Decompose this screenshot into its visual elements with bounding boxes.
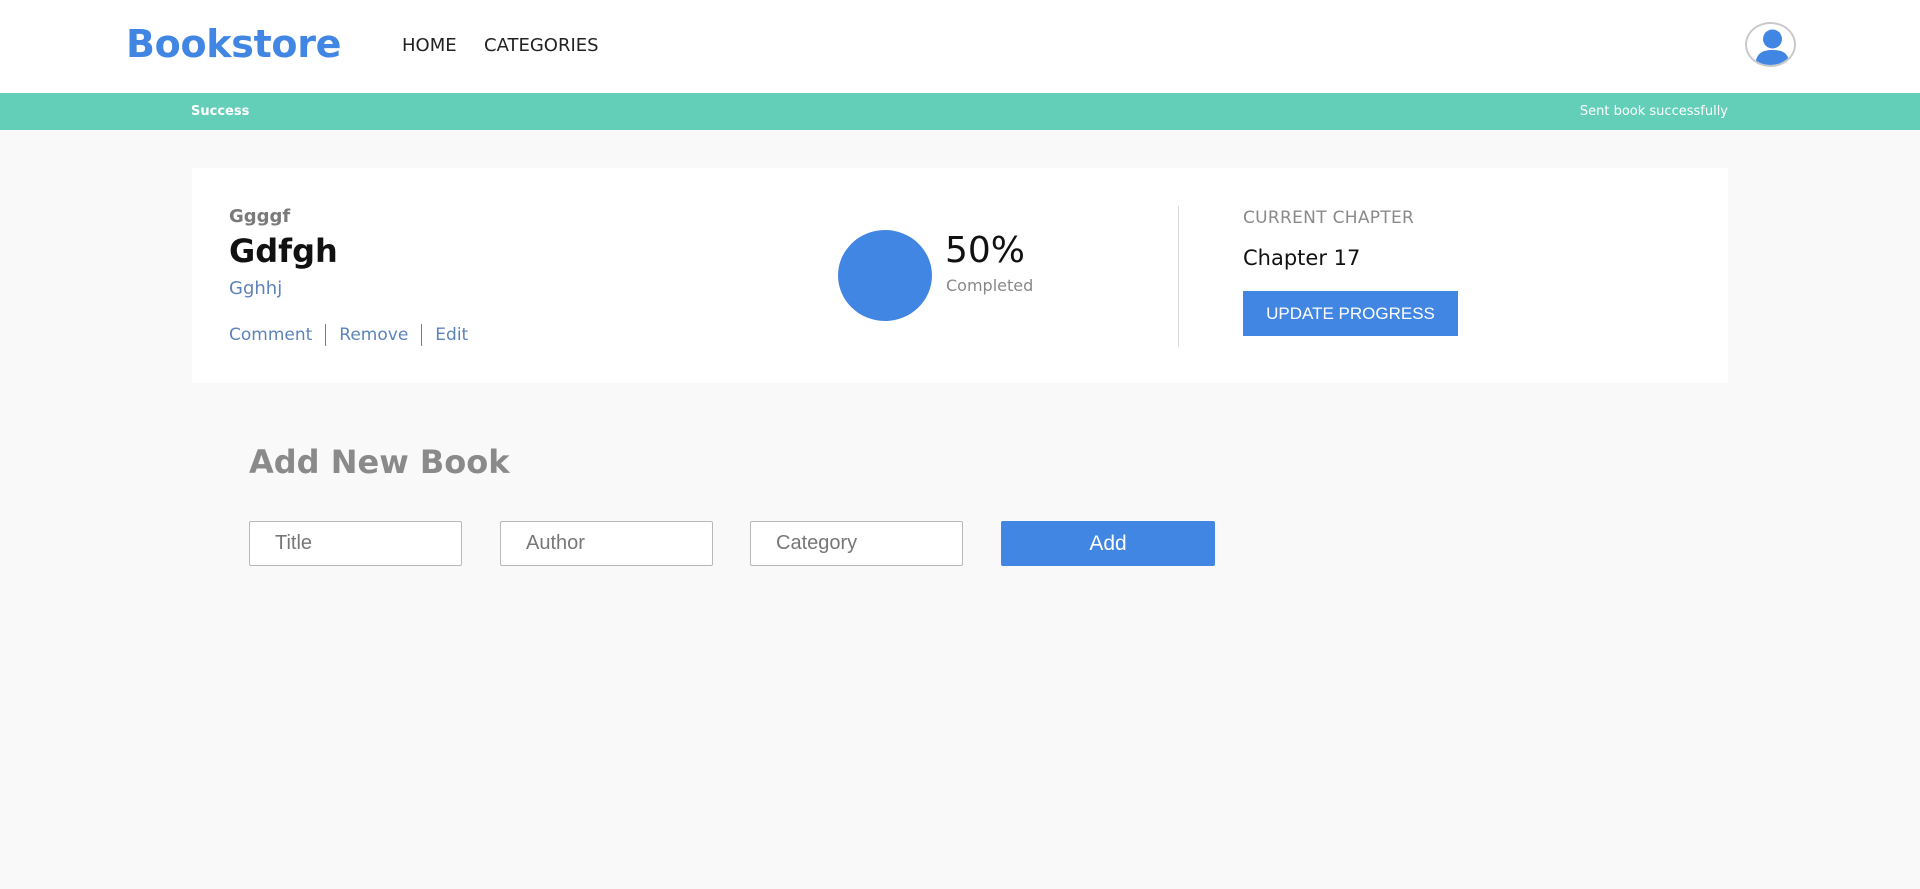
current-chapter-value: Chapter 17 <box>1243 246 1361 270</box>
category-input[interactable] <box>750 521 963 566</box>
progress-label: Completed <box>946 276 1034 295</box>
top-header: Bookstore HOME CATEGORIES <box>0 0 1920 93</box>
progress-circle <box>838 230 932 321</box>
app-logo[interactable]: Bookstore <box>126 22 341 66</box>
edit-link[interactable]: Edit <box>422 324 481 346</box>
card-divider <box>1178 206 1179 347</box>
comment-link[interactable]: Comment <box>229 324 325 346</box>
author-input[interactable] <box>500 521 713 566</box>
add-book-heading: Add New Book <box>249 443 510 481</box>
alert-title: Success <box>191 104 250 119</box>
success-alert: Success Sent book successfully <box>0 93 1920 130</box>
nav-categories-link[interactable]: CATEGORIES <box>484 35 599 56</box>
book-title: Gdfgh <box>229 232 338 270</box>
progress-percent: 50% <box>945 230 1026 271</box>
update-progress-button[interactable]: UPDATE PROGRESS <box>1243 291 1458 336</box>
alert-message: Sent book successfully <box>1579 104 1728 119</box>
book-author: Ggggf <box>229 206 291 227</box>
nav-home-link[interactable]: HOME <box>402 35 457 56</box>
user-icon <box>1755 29 1790 65</box>
remove-link[interactable]: Remove <box>326 324 421 346</box>
current-chapter-heading: CURRENT CHAPTER <box>1243 208 1415 228</box>
title-input[interactable] <box>249 521 462 566</box>
book-card: Ggggf Gdfgh Gghhj Comment Remove Edit 50… <box>192 168 1728 383</box>
user-avatar[interactable] <box>1745 22 1796 67</box>
book-actions: Comment Remove Edit <box>229 324 481 346</box>
book-category: Gghhj <box>229 278 283 299</box>
add-book-button[interactable]: Add <box>1001 521 1215 566</box>
